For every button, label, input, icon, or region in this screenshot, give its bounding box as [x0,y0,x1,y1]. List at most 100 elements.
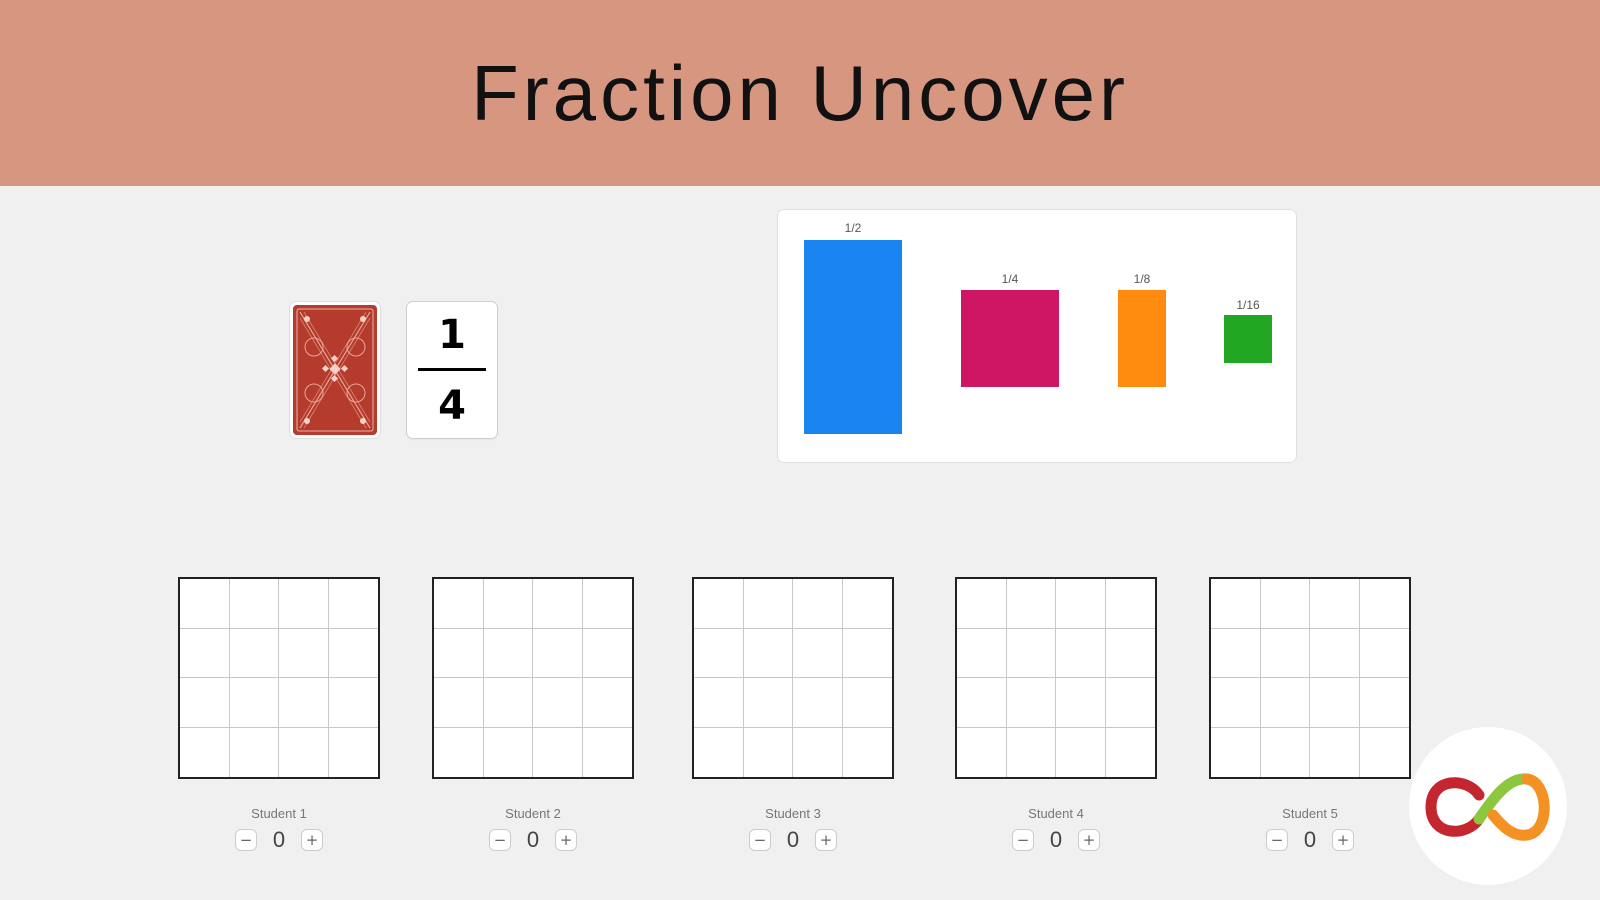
increment-button[interactable]: + [1078,829,1100,851]
board-cell[interactable] [1211,678,1261,728]
board-cell[interactable] [328,629,378,678]
student-board-5[interactable] [1209,577,1411,779]
board-cell[interactable] [230,727,279,777]
board-cell[interactable] [694,678,744,728]
increment-button[interactable]: + [555,829,577,851]
board-cell[interactable] [1006,579,1056,629]
board-cell[interactable] [1056,727,1106,777]
student-board-4[interactable] [955,577,1157,779]
board-cell[interactable] [1006,628,1056,678]
board-cell[interactable] [1260,628,1310,678]
board-cell[interactable] [180,579,230,629]
board-cell[interactable] [533,727,583,777]
board-cell[interactable] [957,727,1007,777]
increment-button[interactable]: + [815,829,837,851]
board-cell[interactable] [743,579,793,629]
board-cell[interactable] [1260,579,1310,629]
board-cell[interactable] [957,628,1007,678]
board-cell[interactable] [957,579,1007,629]
board-cell[interactable] [1359,629,1409,678]
board-cell[interactable] [842,678,892,728]
board-cell[interactable] [1007,727,1056,777]
decrement-button[interactable]: − [1012,829,1034,851]
board-cell[interactable] [483,579,533,629]
decrement-button[interactable]: − [235,829,257,851]
student-board-3[interactable] [692,577,894,779]
board-cell[interactable] [279,727,329,777]
board-cell[interactable] [1056,628,1106,678]
board-cell[interactable] [843,728,893,778]
board-cell[interactable] [743,628,793,678]
board-cell[interactable] [582,678,632,728]
decrement-button[interactable]: − [1266,829,1288,851]
board-cell[interactable] [328,579,378,629]
board-cell[interactable] [434,727,484,777]
board-cell[interactable] [328,678,378,728]
board-cell[interactable] [1310,579,1360,629]
increment-button[interactable]: + [1332,829,1354,851]
board-cell[interactable] [1006,678,1056,728]
student-board-1[interactable] [178,577,380,779]
piece-half[interactable] [804,240,902,434]
board-cell[interactable] [279,579,329,629]
board-cell[interactable] [842,579,892,629]
board-cell[interactable] [842,629,892,678]
board-cell[interactable] [1360,728,1410,778]
board-cell[interactable] [533,579,583,629]
decrement-button[interactable]: − [489,829,511,851]
board-cell[interactable] [483,678,533,728]
board-cell[interactable] [279,628,329,678]
board-cell[interactable] [793,727,843,777]
board-cell[interactable] [743,678,793,728]
board-cell[interactable] [694,628,744,678]
board-cell[interactable] [484,727,533,777]
board-cell[interactable] [1211,579,1261,629]
board-cell[interactable] [229,579,279,629]
board-cell[interactable] [1056,678,1106,728]
board-cell[interactable] [1310,628,1360,678]
board-cell[interactable] [329,728,379,778]
draw-pile-card[interactable] [290,302,380,438]
board-cell[interactable] [694,727,744,777]
board-cell[interactable] [1310,727,1360,777]
board-cell[interactable] [1211,628,1261,678]
board-cell[interactable] [434,628,484,678]
piece-quarter[interactable] [961,290,1059,387]
board-cell[interactable] [229,678,279,728]
board-cell[interactable] [1261,727,1310,777]
piece-sixteenth[interactable] [1224,315,1272,363]
board-cell[interactable] [1211,727,1261,777]
board-cell[interactable] [279,678,329,728]
board-cell[interactable] [1359,579,1409,629]
board-cell[interactable] [957,678,1007,728]
board-cell[interactable] [434,579,484,629]
board-cell[interactable] [1105,678,1155,728]
piece-eighth[interactable] [1118,290,1166,387]
board-cell[interactable] [582,629,632,678]
student-board-2[interactable] [432,577,634,779]
board-cell[interactable] [180,628,230,678]
board-cell[interactable] [1056,579,1106,629]
board-cell[interactable] [744,727,793,777]
board-cell[interactable] [793,678,843,728]
decrement-button[interactable]: − [749,829,771,851]
fraction-card[interactable]: 1 4 [407,302,497,438]
board-cell[interactable] [694,579,744,629]
board-cell[interactable] [180,678,230,728]
board-cell[interactable] [1260,678,1310,728]
board-cell[interactable] [793,628,843,678]
board-cell[interactable] [533,678,583,728]
board-cell[interactable] [483,628,533,678]
board-cell[interactable] [582,579,632,629]
board-cell[interactable] [583,728,633,778]
board-cell[interactable] [1310,678,1360,728]
board-cell[interactable] [1359,678,1409,728]
board-cell[interactable] [180,727,230,777]
board-cell[interactable] [533,628,583,678]
board-cell[interactable] [1106,728,1156,778]
board-cell[interactable] [434,678,484,728]
board-cell[interactable] [1105,579,1155,629]
increment-button[interactable]: + [301,829,323,851]
board-cell[interactable] [793,579,843,629]
board-cell[interactable] [1105,629,1155,678]
